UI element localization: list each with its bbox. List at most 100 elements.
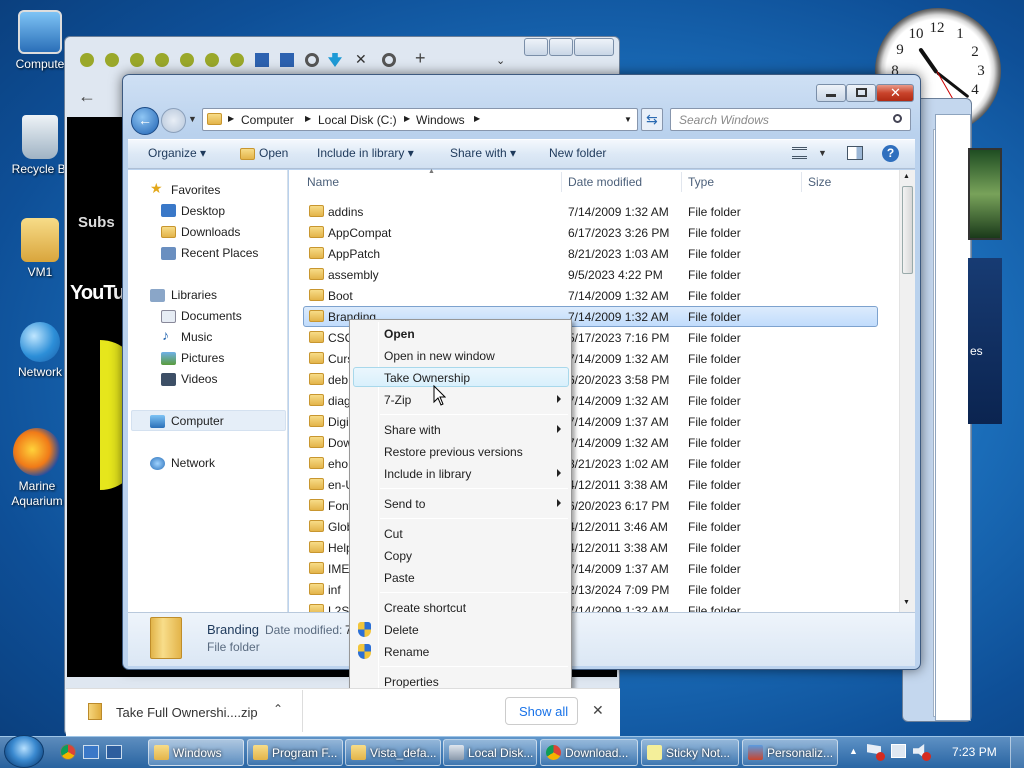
column-header-size[interactable]: Size — [808, 175, 831, 189]
menu-item-send-to[interactable]: Send to — [384, 497, 425, 511]
menu-item-restore-previous-versions[interactable]: Restore previous versions — [384, 445, 523, 459]
browser-close-button[interactable] — [574, 38, 614, 56]
address-dropdown-icon[interactable]: ▼ — [624, 115, 632, 124]
close-download-bar-icon[interactable]: ✕ — [592, 702, 604, 719]
browser-back-icon[interactable]: ← — [78, 86, 96, 107]
nav-music[interactable]: Music — [181, 330, 212, 344]
menu-item-7-zip[interactable]: 7-Zip — [384, 393, 411, 407]
new-folder-button[interactable]: New folder — [549, 146, 606, 160]
menu-item-include-in-library[interactable]: Include in library — [384, 467, 471, 481]
share-with-button[interactable]: Share with ▾ — [450, 146, 516, 160]
back-button[interactable]: ← — [131, 107, 159, 135]
close-tab-icon[interactable]: ✕ — [355, 51, 367, 68]
breadcrumb-computer[interactable]: Computer — [241, 113, 294, 127]
taskbar-clock[interactable]: 7:23 PM — [952, 745, 997, 759]
download-filename[interactable]: Take Full Ownershi....zip — [116, 705, 258, 720]
help-icon[interactable]: ? — [882, 145, 899, 162]
nav-recent-places[interactable]: Recent Places — [181, 246, 258, 260]
tab-list-chevron-icon[interactable]: ⌄ — [496, 54, 505, 67]
table-row[interactable]: assembly 9/5/2023 4:22 PM File folder — [303, 264, 878, 285]
taskbar-item-label: Download... — [565, 746, 629, 760]
taskbar-item-downloads[interactable]: Download... — [540, 739, 638, 766]
file-list-scrollbar[interactable]: ▲ ▼ — [899, 170, 915, 612]
menu-item-properties[interactable]: Properties — [384, 675, 439, 689]
switch-windows-icon[interactable] — [106, 745, 122, 759]
new-tab-icon[interactable]: + — [415, 48, 426, 69]
column-header-name[interactable]: Name — [307, 175, 339, 189]
taskbar-item-sticky-notes[interactable]: Sticky Not... — [641, 739, 739, 766]
taskbar-item-personalization[interactable]: Personaliz... — [742, 739, 838, 766]
view-options-chevron-icon[interactable]: ▼ — [818, 148, 827, 158]
show-desktop-icon[interactable] — [83, 745, 99, 759]
scroll-down-icon[interactable]: ▼ — [903, 599, 910, 606]
menu-item-open[interactable]: Open — [384, 327, 415, 341]
menu-item-cut[interactable]: Cut — [384, 527, 403, 541]
menu-separator — [380, 488, 568, 489]
nav-computer[interactable]: Computer — [171, 414, 224, 428]
explorer-close-button[interactable]: ✕ — [876, 84, 914, 102]
taskbar-item-windows[interactable]: Windows — [148, 739, 244, 766]
table-row[interactable]: AppPatch 8/21/2023 1:03 AM File folder — [303, 243, 878, 264]
forward-button[interactable] — [161, 108, 186, 133]
chrome-icon[interactable] — [60, 744, 76, 760]
include-in-library-button[interactable]: Include in library ▾ — [317, 146, 414, 160]
taskbar-item-local-disk[interactable]: Local Disk... — [443, 739, 537, 766]
file-type: File folder — [688, 436, 741, 450]
menu-item-take-ownership[interactable]: Take Ownership — [384, 371, 470, 385]
column-header-date[interactable]: Date modified — [568, 175, 642, 189]
nav-desktop[interactable]: Desktop — [181, 204, 225, 218]
start-button[interactable] — [4, 735, 44, 768]
nav-pictures[interactable]: Pictures — [181, 351, 224, 365]
nav-network[interactable]: Network — [171, 456, 215, 470]
nav-libraries[interactable]: Libraries — [171, 288, 217, 302]
file-date: 6/17/2023 3:26 PM — [568, 226, 670, 240]
table-row[interactable]: addins 7/14/2009 1:32 AM File folder — [303, 201, 878, 222]
taskbar-item-vista-default[interactable]: Vista_defa... — [345, 739, 441, 766]
search-input[interactable]: Search Windows — [670, 108, 911, 131]
menu-item-open-in-new-window[interactable]: Open in new window — [384, 349, 495, 363]
table-row[interactable]: AppCompat 6/17/2023 3:26 PM File folder — [303, 222, 878, 243]
refresh-button[interactable]: ⇆ — [641, 108, 663, 131]
tab-favicon-icon — [255, 53, 269, 67]
breadcrumb-separator-icon: ▶ — [305, 114, 312, 123]
scrollbar-thumb[interactable] — [902, 186, 913, 274]
volume-mute-badge-icon — [922, 752, 931, 761]
download-options-chevron-icon[interactable]: ⌃ — [273, 702, 283, 716]
show-desktop-button[interactable] — [1010, 737, 1024, 768]
explorer-minimize-button[interactable] — [816, 84, 846, 102]
file-name: diag — [328, 394, 351, 408]
open-button[interactable]: Open — [259, 146, 288, 160]
recent-places-icon — [161, 247, 176, 260]
network-status-icon[interactable] — [891, 744, 906, 758]
search-icon[interactable] — [893, 114, 902, 123]
menu-item-delete[interactable]: Delete — [384, 623, 419, 637]
table-row[interactable]: Boot 7/14/2009 1:32 AM File folder — [303, 285, 878, 306]
nav-favorites[interactable]: Favorites — [171, 183, 220, 197]
change-view-icon[interactable] — [792, 147, 807, 159]
explorer-maximize-button[interactable] — [846, 84, 876, 102]
breadcrumb-local-disk[interactable]: Local Disk (C:) — [318, 113, 397, 127]
recent-pages-chevron-icon[interactable]: ▼ — [188, 114, 197, 124]
menu-item-paste[interactable]: Paste — [384, 571, 415, 585]
menu-item-rename[interactable]: Rename — [384, 645, 429, 659]
browser-minimize-button[interactable] — [524, 38, 548, 56]
show-all-button[interactable]: Show all — [505, 697, 578, 725]
column-header-type[interactable]: Type — [688, 175, 714, 189]
nav-videos[interactable]: Videos — [181, 372, 217, 386]
file-type: File folder — [688, 352, 741, 366]
menu-item-copy[interactable]: Copy — [384, 549, 412, 563]
menu-item-create-shortcut[interactable]: Create shortcut — [384, 601, 466, 615]
scroll-up-icon[interactable]: ▲ — [903, 173, 910, 180]
browser-maximize-button[interactable] — [549, 38, 573, 56]
organize-button[interactable]: Organize ▾ — [148, 146, 206, 160]
nav-downloads[interactable]: Downloads — [181, 225, 240, 239]
breadcrumb-windows[interactable]: Windows — [416, 113, 465, 127]
nav-documents[interactable]: Documents — [181, 309, 242, 323]
address-bar[interactable]: ▶ Computer ▶ Local Disk (C:) ▶ Windows ▶… — [202, 108, 638, 131]
preview-pane-icon[interactable] — [847, 146, 863, 160]
taskbar-item-program-files[interactable]: Program F... — [247, 739, 343, 766]
menu-item-share-with[interactable]: Share with — [384, 423, 441, 437]
show-hidden-icons-icon[interactable]: ▲ — [849, 746, 858, 756]
documents-icon — [161, 310, 176, 323]
column-divider — [801, 172, 802, 192]
